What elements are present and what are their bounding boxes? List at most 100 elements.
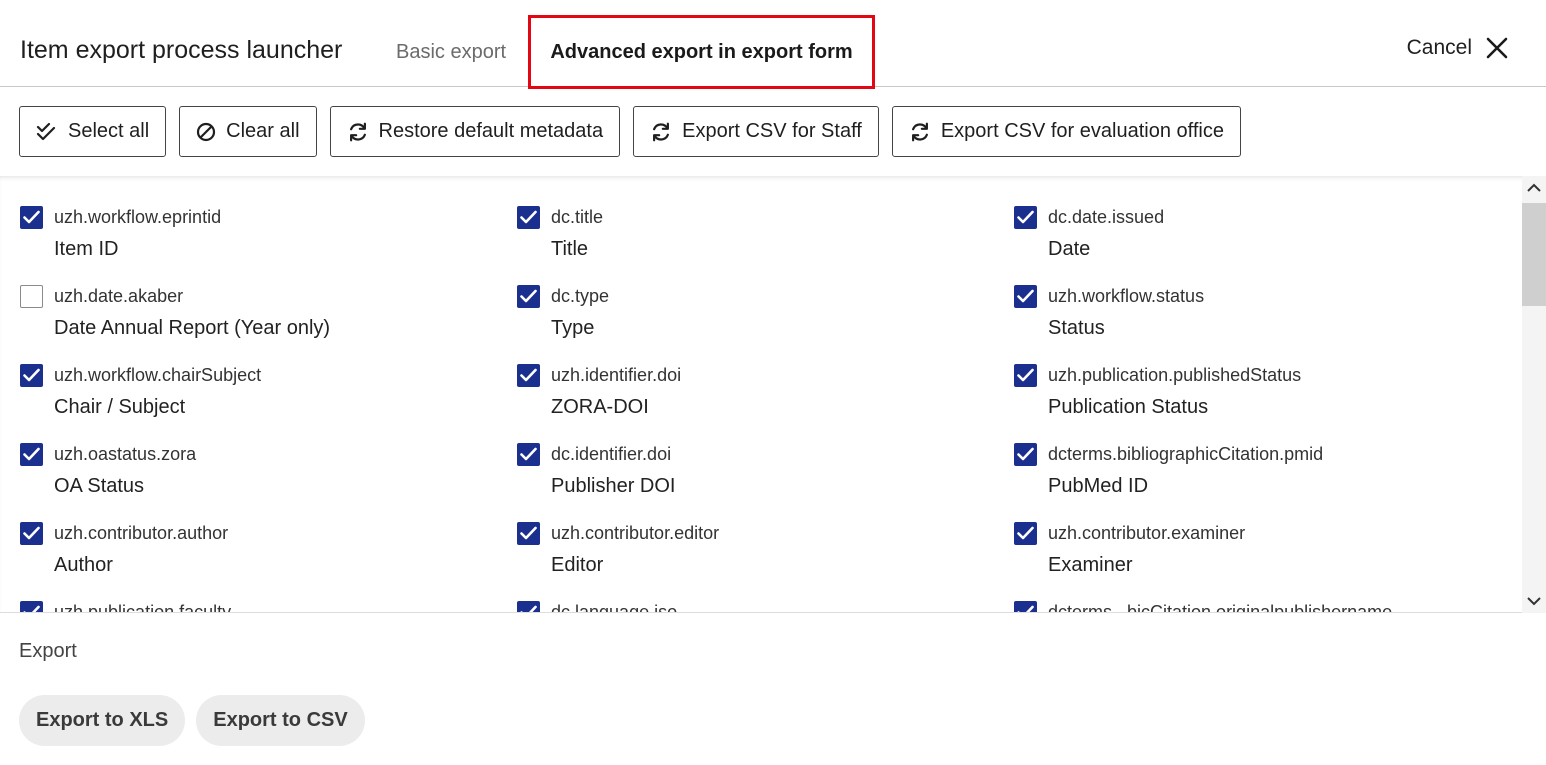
- checkbox-checked[interactable]: [20, 443, 43, 466]
- checkbox-checked[interactable]: [20, 364, 43, 387]
- field-key: uzh.contributor.editor: [551, 523, 720, 543]
- field-label: Item ID: [54, 238, 119, 260]
- metadata-field-list: uzh.workflow.eprintid Item ID dc.title Titl…: [0, 176, 1546, 613]
- field-item[interactable]: dcterms.bibliographicCitation.pmid PubMed…: [1014, 443, 1474, 505]
- scrollbar-thumb[interactable]: [1522, 203, 1546, 306]
- tab-advanced-export[interactable]: Advanced export in export form: [528, 15, 875, 89]
- refresh-icon: [909, 121, 931, 143]
- checkbox-checked[interactable]: [517, 285, 540, 308]
- scroll-up-arrow-icon[interactable]: [1526, 181, 1542, 195]
- field-label: PubMed ID: [1048, 475, 1149, 497]
- scrollbar[interactable]: [1522, 176, 1546, 613]
- check-icon: [23, 526, 40, 540]
- export-csv-evaluation-button[interactable]: Export CSV for evaluation office: [891, 106, 1241, 157]
- field-label: Editor: [551, 554, 604, 576]
- field-key: uzh.contributor.examiner: [1048, 523, 1246, 543]
- field-item[interactable]: uzh.contributor.editor Editor: [517, 522, 977, 584]
- field-key: uzh.publication.faculty: [54, 602, 232, 613]
- check-icon: [520, 526, 537, 540]
- check-icon: [520, 447, 537, 461]
- checkbox-checked[interactable]: [517, 443, 540, 466]
- field-key: uzh.publication.publishedStatus: [1048, 365, 1302, 385]
- field-label: Publisher DOI: [551, 475, 676, 497]
- select-all-button[interactable]: Select all: [19, 106, 167, 157]
- checkbox-checked[interactable]: [20, 206, 43, 229]
- field-key: dc.title: [551, 207, 604, 227]
- checkbox-checked[interactable]: [1014, 522, 1037, 545]
- export-section-heading: Export: [19, 640, 77, 662]
- field-item[interactable]: dc.date.issued Date: [1014, 206, 1474, 268]
- field-item[interactable]: dc.language.iso: [517, 601, 977, 613]
- checkbox-unchecked[interactable]: [20, 285, 43, 308]
- field-item[interactable]: dc.identifier.doi Publisher DOI: [517, 443, 977, 505]
- field-key: uzh.oastatus.zora: [54, 444, 197, 464]
- field-key: dcterms...bicCitation.originalpublishern…: [1048, 602, 1393, 613]
- field-key: dc.language.iso: [551, 602, 678, 613]
- close-icon[interactable]: [1486, 37, 1508, 59]
- export-csv-evaluation-label: Export CSV for evaluation office: [940, 120, 1224, 142]
- checkbox-checked[interactable]: [1014, 285, 1037, 308]
- field-label: ZORA-DOI: [551, 396, 649, 418]
- field-key: dc.type: [551, 286, 610, 306]
- checkbox-checked[interactable]: [20, 522, 43, 545]
- field-item[interactable]: uzh.contributor.author Author: [20, 522, 480, 584]
- checkbox-checked[interactable]: [517, 522, 540, 545]
- check-icon: [23, 368, 40, 382]
- field-item[interactable]: uzh.workflow.chairSubject Chair / Subject: [20, 364, 480, 426]
- field-key: dc.date.issued: [1048, 207, 1165, 227]
- check-icon: [1017, 210, 1034, 224]
- field-label: OA Status: [54, 475, 145, 497]
- double-check-icon: [36, 122, 58, 142]
- field-key: uzh.contributor.author: [54, 523, 229, 543]
- cancel-label: Cancel: [1406, 36, 1472, 59]
- check-icon: [23, 605, 40, 612]
- field-item[interactable]: dc.title Title: [517, 206, 977, 268]
- refresh-icon: [650, 121, 672, 143]
- checkbox-checked[interactable]: [517, 206, 540, 229]
- field-key: uzh.workflow.chairSubject: [54, 365, 262, 385]
- field-item[interactable]: uzh.workflow.eprintid Item ID: [20, 206, 480, 268]
- checkbox-checked[interactable]: [20, 601, 43, 612]
- page-title: Item export process launcher: [20, 36, 343, 64]
- checkbox-checked[interactable]: [517, 601, 540, 612]
- check-icon: [1017, 368, 1034, 382]
- checkbox-checked[interactable]: [1014, 364, 1037, 387]
- field-item[interactable]: uzh.date.akaber Date Annual Report (Year …: [20, 285, 480, 347]
- export-xls-button[interactable]: Export to XLS: [19, 695, 186, 746]
- restore-default-metadata-button[interactable]: Restore default metadata: [329, 106, 621, 157]
- export-csv-staff-button[interactable]: Export CSV for Staff: [633, 106, 879, 157]
- check-icon: [1017, 526, 1034, 540]
- field-item[interactable]: uzh.identifier.doi ZORA-DOI: [517, 364, 977, 426]
- field-item[interactable]: dcterms...bicCitation.originalpublishern…: [1014, 601, 1474, 613]
- checkbox-checked[interactable]: [517, 364, 540, 387]
- field-key: uzh.workflow.status: [1048, 286, 1205, 306]
- field-label: Date Annual Report (Year only): [54, 317, 331, 339]
- field-label: Status: [1048, 317, 1105, 339]
- field-item[interactable]: dc.type Type: [517, 285, 977, 347]
- cancel-button[interactable]: Cancel: [1407, 36, 1508, 60]
- field-item[interactable]: uzh.contributor.examiner Examiner: [1014, 522, 1474, 584]
- check-icon: [1017, 605, 1034, 612]
- export-csv-button[interactable]: Export to CSV: [196, 695, 365, 746]
- tab-basic-export[interactable]: Basic export: [396, 41, 506, 64]
- field-label: Chair / Subject: [54, 396, 186, 418]
- check-icon: [1017, 447, 1034, 461]
- clear-all-label: Clear all: [226, 120, 300, 142]
- field-label: Author: [54, 554, 113, 576]
- clear-all-button[interactable]: Clear all: [179, 106, 317, 157]
- field-item[interactable]: uzh.workflow.status Status: [1014, 285, 1474, 347]
- field-label: Date: [1048, 238, 1091, 260]
- restore-default-metadata-label: Restore default metadata: [378, 120, 604, 142]
- field-item[interactable]: uzh.publication.publishedStatus Publicati…: [1014, 364, 1474, 426]
- ban-icon: [196, 122, 216, 142]
- scroll-down-arrow-icon[interactable]: [1526, 594, 1542, 608]
- field-item[interactable]: uzh.publication.faculty: [20, 601, 480, 613]
- checkbox-checked[interactable]: [1014, 206, 1037, 229]
- export-buttons: Export to XLS Export to CSV: [19, 695, 365, 746]
- field-item[interactable]: uzh.oastatus.zora OA Status: [20, 443, 480, 505]
- checkbox-checked[interactable]: [1014, 443, 1037, 466]
- toolbar: Select all Clear all Restore default met…: [19, 106, 1241, 157]
- field-key: uzh.workflow.eprintid: [54, 207, 222, 227]
- field-key: dc.identifier.doi: [551, 444, 672, 464]
- checkbox-checked[interactable]: [1014, 601, 1037, 612]
